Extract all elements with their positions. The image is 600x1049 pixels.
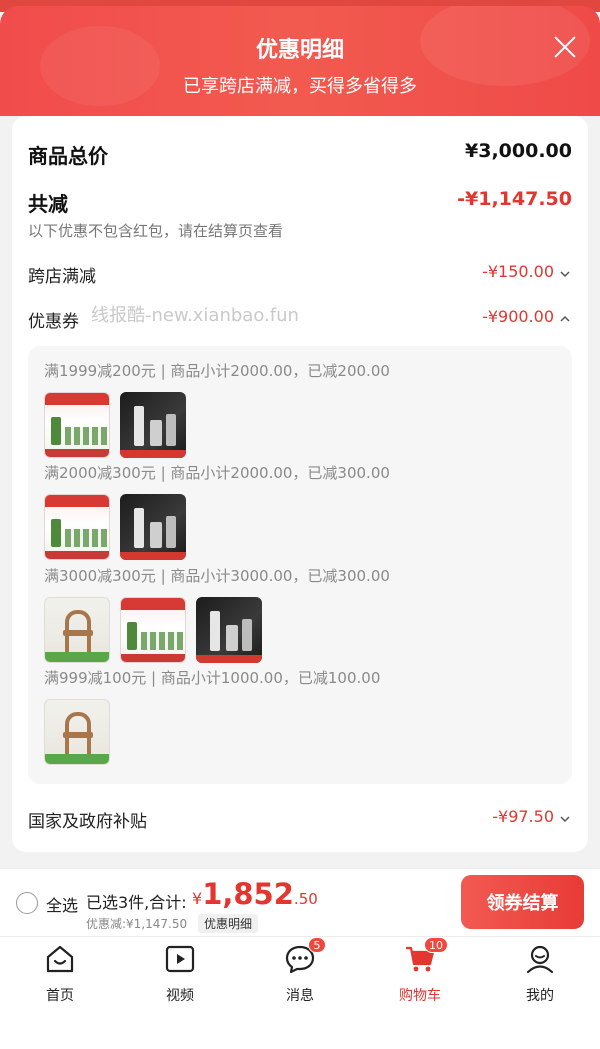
tab-home[interactable]: 首页 <box>0 943 120 1005</box>
sheet-header: 优惠明细 已享跨店满减，买得多省得多 <box>0 6 600 116</box>
sheet-subtitle: 已享跨店满减，买得多省得多 <box>183 76 417 97</box>
message-badge: 5 <box>308 937 326 953</box>
price-integer: 1,852 <box>202 877 294 911</box>
discount-detail-card: 商品总价 ¥3,000.00 共减 -¥1,147.50 以下优惠不包含红包，请… <box>12 116 588 852</box>
checkout-button[interactable]: 领券结算 <box>461 875 584 929</box>
tab-profile[interactable]: 我的 <box>480 943 600 1005</box>
tab-messages[interactable]: 5 消息 <box>240 937 360 1005</box>
video-icon <box>165 945 195 973</box>
total-reduce-label: 共减 <box>28 192 68 216</box>
total-reduce-value: -¥1,147.50 <box>457 188 572 210</box>
tab-video[interactable]: 视频 <box>120 943 240 1005</box>
product-thumb-serum-set[interactable] <box>120 597 186 663</box>
profile-icon <box>526 945 554 974</box>
coupon-row[interactable]: 优惠券 -¥900.00 <box>28 307 572 333</box>
coupon-label: 优惠券 <box>28 312 79 332</box>
total-payable: ¥1,852.50 <box>192 877 318 911</box>
cross-store-label: 跨店满减 <box>28 267 96 287</box>
total-price-label: 商品总价 <box>28 144 108 168</box>
product-thumb-dark-set[interactable] <box>196 597 262 663</box>
price-currency: ¥ <box>192 889 203 908</box>
coupon-tier-text: 满3000减300元 | 商品小计3000.00，已减300.00 <box>44 567 390 585</box>
coupon-tier-text: 满2000减300元 | 商品小计2000.00，已减300.00 <box>44 464 390 482</box>
tab-label: 消息 <box>286 988 314 1004</box>
select-all-radio[interactable] <box>16 892 38 914</box>
product-thumb-serum-set[interactable] <box>44 494 110 560</box>
chevron-up-icon[interactable] <box>558 312 572 326</box>
select-all-label[interactable]: 全选 <box>46 892 78 916</box>
total-price-value: ¥3,000.00 <box>465 140 572 162</box>
coupon-tier-text: 满999减100元 | 商品小计1000.00，已减100.00 <box>44 669 381 687</box>
chevron-down-icon[interactable] <box>558 267 572 281</box>
home-icon <box>46 945 74 973</box>
selected-summary: 已选3件,合计: <box>86 893 187 912</box>
product-thumb-dark-set[interactable] <box>120 494 186 560</box>
tab-cart[interactable]: 10 购物车 <box>360 937 480 1005</box>
product-thumb-chair[interactable] <box>44 699 110 765</box>
chevron-down-icon[interactable] <box>558 812 572 826</box>
price-decimal: .50 <box>293 890 318 908</box>
total-price-row: 商品总价 ¥3,000.00 <box>28 140 572 170</box>
bottom-tab-bar: 首页 视频 5 消息 10 购物车 我的 <box>0 936 600 1049</box>
product-thumb-serum-set[interactable] <box>44 392 110 458</box>
discount-detail-link[interactable]: 优惠明细 <box>198 914 259 933</box>
product-thumb-dark-set[interactable] <box>120 392 186 458</box>
sheet-title: 优惠明细 <box>255 38 344 63</box>
cart-badge: 10 <box>424 937 448 953</box>
redpacket-hint: 以下优惠不包含红包，请在结算页查看 <box>28 222 284 240</box>
coupon-detail-panel: 满1999减200元 | 商品小计2000.00，已减200.00 满2000减… <box>28 346 572 784</box>
tab-label: 视频 <box>166 988 194 1004</box>
total-reduce-row: 共减 -¥1,147.50 <box>28 188 572 218</box>
checkout-bar: 全选 已选3件,合计: ¥1,852.50 优惠减:¥1,147.50 优惠明细… <box>0 868 600 936</box>
tab-label: 首页 <box>46 988 74 1004</box>
tab-label: 购物车 <box>399 988 441 1004</box>
gov-subsidy-row[interactable]: 国家及政府补贴 -¥97.50 <box>28 807 572 833</box>
product-thumb-chair[interactable] <box>44 597 110 663</box>
discount-summary: 优惠减:¥1,147.50 <box>86 917 188 931</box>
gov-subsidy-label: 国家及政府补贴 <box>28 812 147 832</box>
tab-label: 我的 <box>526 988 554 1004</box>
cross-store-row[interactable]: 跨店满减 -¥150.00 <box>28 262 572 288</box>
close-icon[interactable] <box>552 34 578 60</box>
coupon-tier-text: 满1999减200元 | 商品小计2000.00，已减200.00 <box>44 362 390 380</box>
